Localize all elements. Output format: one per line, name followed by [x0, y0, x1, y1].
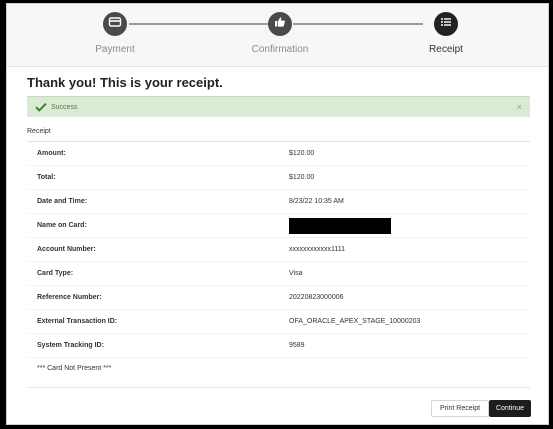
card-not-present-note: *** Card Not Present *** — [37, 365, 112, 372]
receipt-details: Amount: $120.00 Total: $120.00 Date and … — [27, 142, 530, 380]
detail-row-amount: Amount: $120.00 — [27, 142, 530, 166]
receipt-window: Payment Confirmation Receipt Thank you! … — [6, 3, 549, 425]
detail-row-external-transaction-id: External Transaction ID: OFA_ORACLE_APEX… — [27, 310, 530, 334]
detail-row-system-tracking-id: System Tracking ID: 9589 — [27, 334, 530, 358]
detail-value: 9589 — [289, 342, 305, 349]
step-receipt-label: Receipt — [429, 44, 463, 55]
section-heading: Receipt — [27, 128, 51, 135]
detail-value: $120.00 — [289, 174, 315, 181]
detail-row-name-on-card: Name on Card: — [27, 214, 530, 238]
detail-label: Reference Number: — [37, 294, 102, 301]
step-payment-circle[interactable] — [103, 12, 127, 36]
detail-label: Card Type: — [37, 270, 74, 277]
receipt-content: Thank you! This is your receipt. Success… — [27, 74, 530, 380]
wizard-connector — [293, 23, 423, 25]
detail-label: Amount: — [37, 150, 66, 157]
credit-card-icon — [108, 15, 122, 34]
checkmark-icon — [35, 102, 47, 112]
redacted-value — [289, 217, 391, 234]
close-icon[interactable]: × — [517, 102, 522, 112]
detail-value: 20220823000006 — [289, 294, 344, 301]
detail-value: Visa — [289, 270, 303, 277]
detail-row-card-type: Card Type: Visa — [27, 262, 530, 286]
print-receipt-button[interactable]: Print Receipt — [431, 400, 489, 417]
detail-row-reference-number: Reference Number: 20220823000006 — [27, 286, 530, 310]
progress-wizard: Payment Confirmation Receipt — [7, 4, 548, 67]
detail-label: External Transaction ID: — [37, 318, 118, 325]
alert-text: Success — [51, 103, 78, 111]
list-icon — [439, 15, 453, 34]
detail-value: 8/23/22 10:35 AM — [289, 198, 344, 205]
page-title: Thank you! This is your receipt. — [27, 75, 223, 90]
detail-label: Date and Time: — [37, 198, 88, 205]
wizard-connector — [129, 23, 269, 25]
continue-button[interactable]: Continue — [489, 400, 531, 417]
footer-divider — [27, 387, 530, 388]
detail-row-account-number: Account Number: xxxxxxxxxxxx1111 — [27, 238, 530, 262]
detail-value: xxxxxxxxxxxx1111 — [289, 246, 346, 253]
detail-label: Total: — [37, 174, 56, 181]
detail-label: Account Number: — [37, 246, 96, 253]
detail-value: OFA_ORACLE_APEX_STAGE_10000203 — [289, 318, 421, 325]
step-confirmation-label: Confirmation — [251, 44, 309, 55]
step-receipt-circle[interactable] — [434, 12, 458, 36]
thumbs-up-icon — [273, 15, 287, 34]
success-alert: Success × — [27, 96, 530, 117]
detail-row-date-time: Date and Time: 8/23/22 10:35 AM — [27, 190, 530, 214]
detail-row-total: Total: $120.00 — [27, 166, 530, 190]
detail-value: $120.00 — [289, 150, 315, 157]
step-confirmation-circle[interactable] — [268, 12, 292, 36]
detail-label: Name on Card: — [37, 222, 87, 229]
step-payment-label: Payment — [95, 44, 135, 55]
detail-label: System Tracking ID: — [37, 342, 104, 349]
